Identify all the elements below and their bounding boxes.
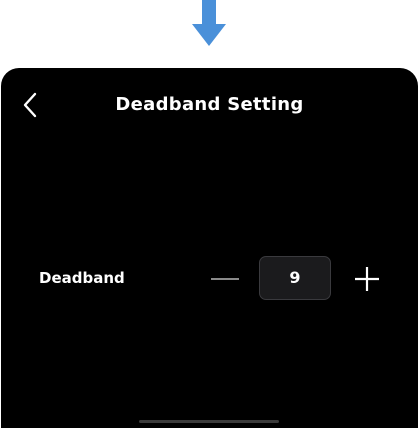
arrow-down-icon xyxy=(190,0,228,50)
deadband-setting-row: Deadband 9 xyxy=(1,254,418,304)
increment-button[interactable] xyxy=(349,262,385,296)
deadband-value[interactable]: 9 xyxy=(259,256,331,300)
minus-icon xyxy=(211,278,239,280)
decrement-button[interactable] xyxy=(205,264,245,294)
device-screen: Deadband Setting Deadband 9 xyxy=(1,68,418,428)
deadband-label: Deadband xyxy=(39,269,125,287)
page-title: Deadband Setting xyxy=(115,94,304,115)
header: Deadband Setting xyxy=(1,68,418,144)
plus-icon xyxy=(355,267,379,291)
